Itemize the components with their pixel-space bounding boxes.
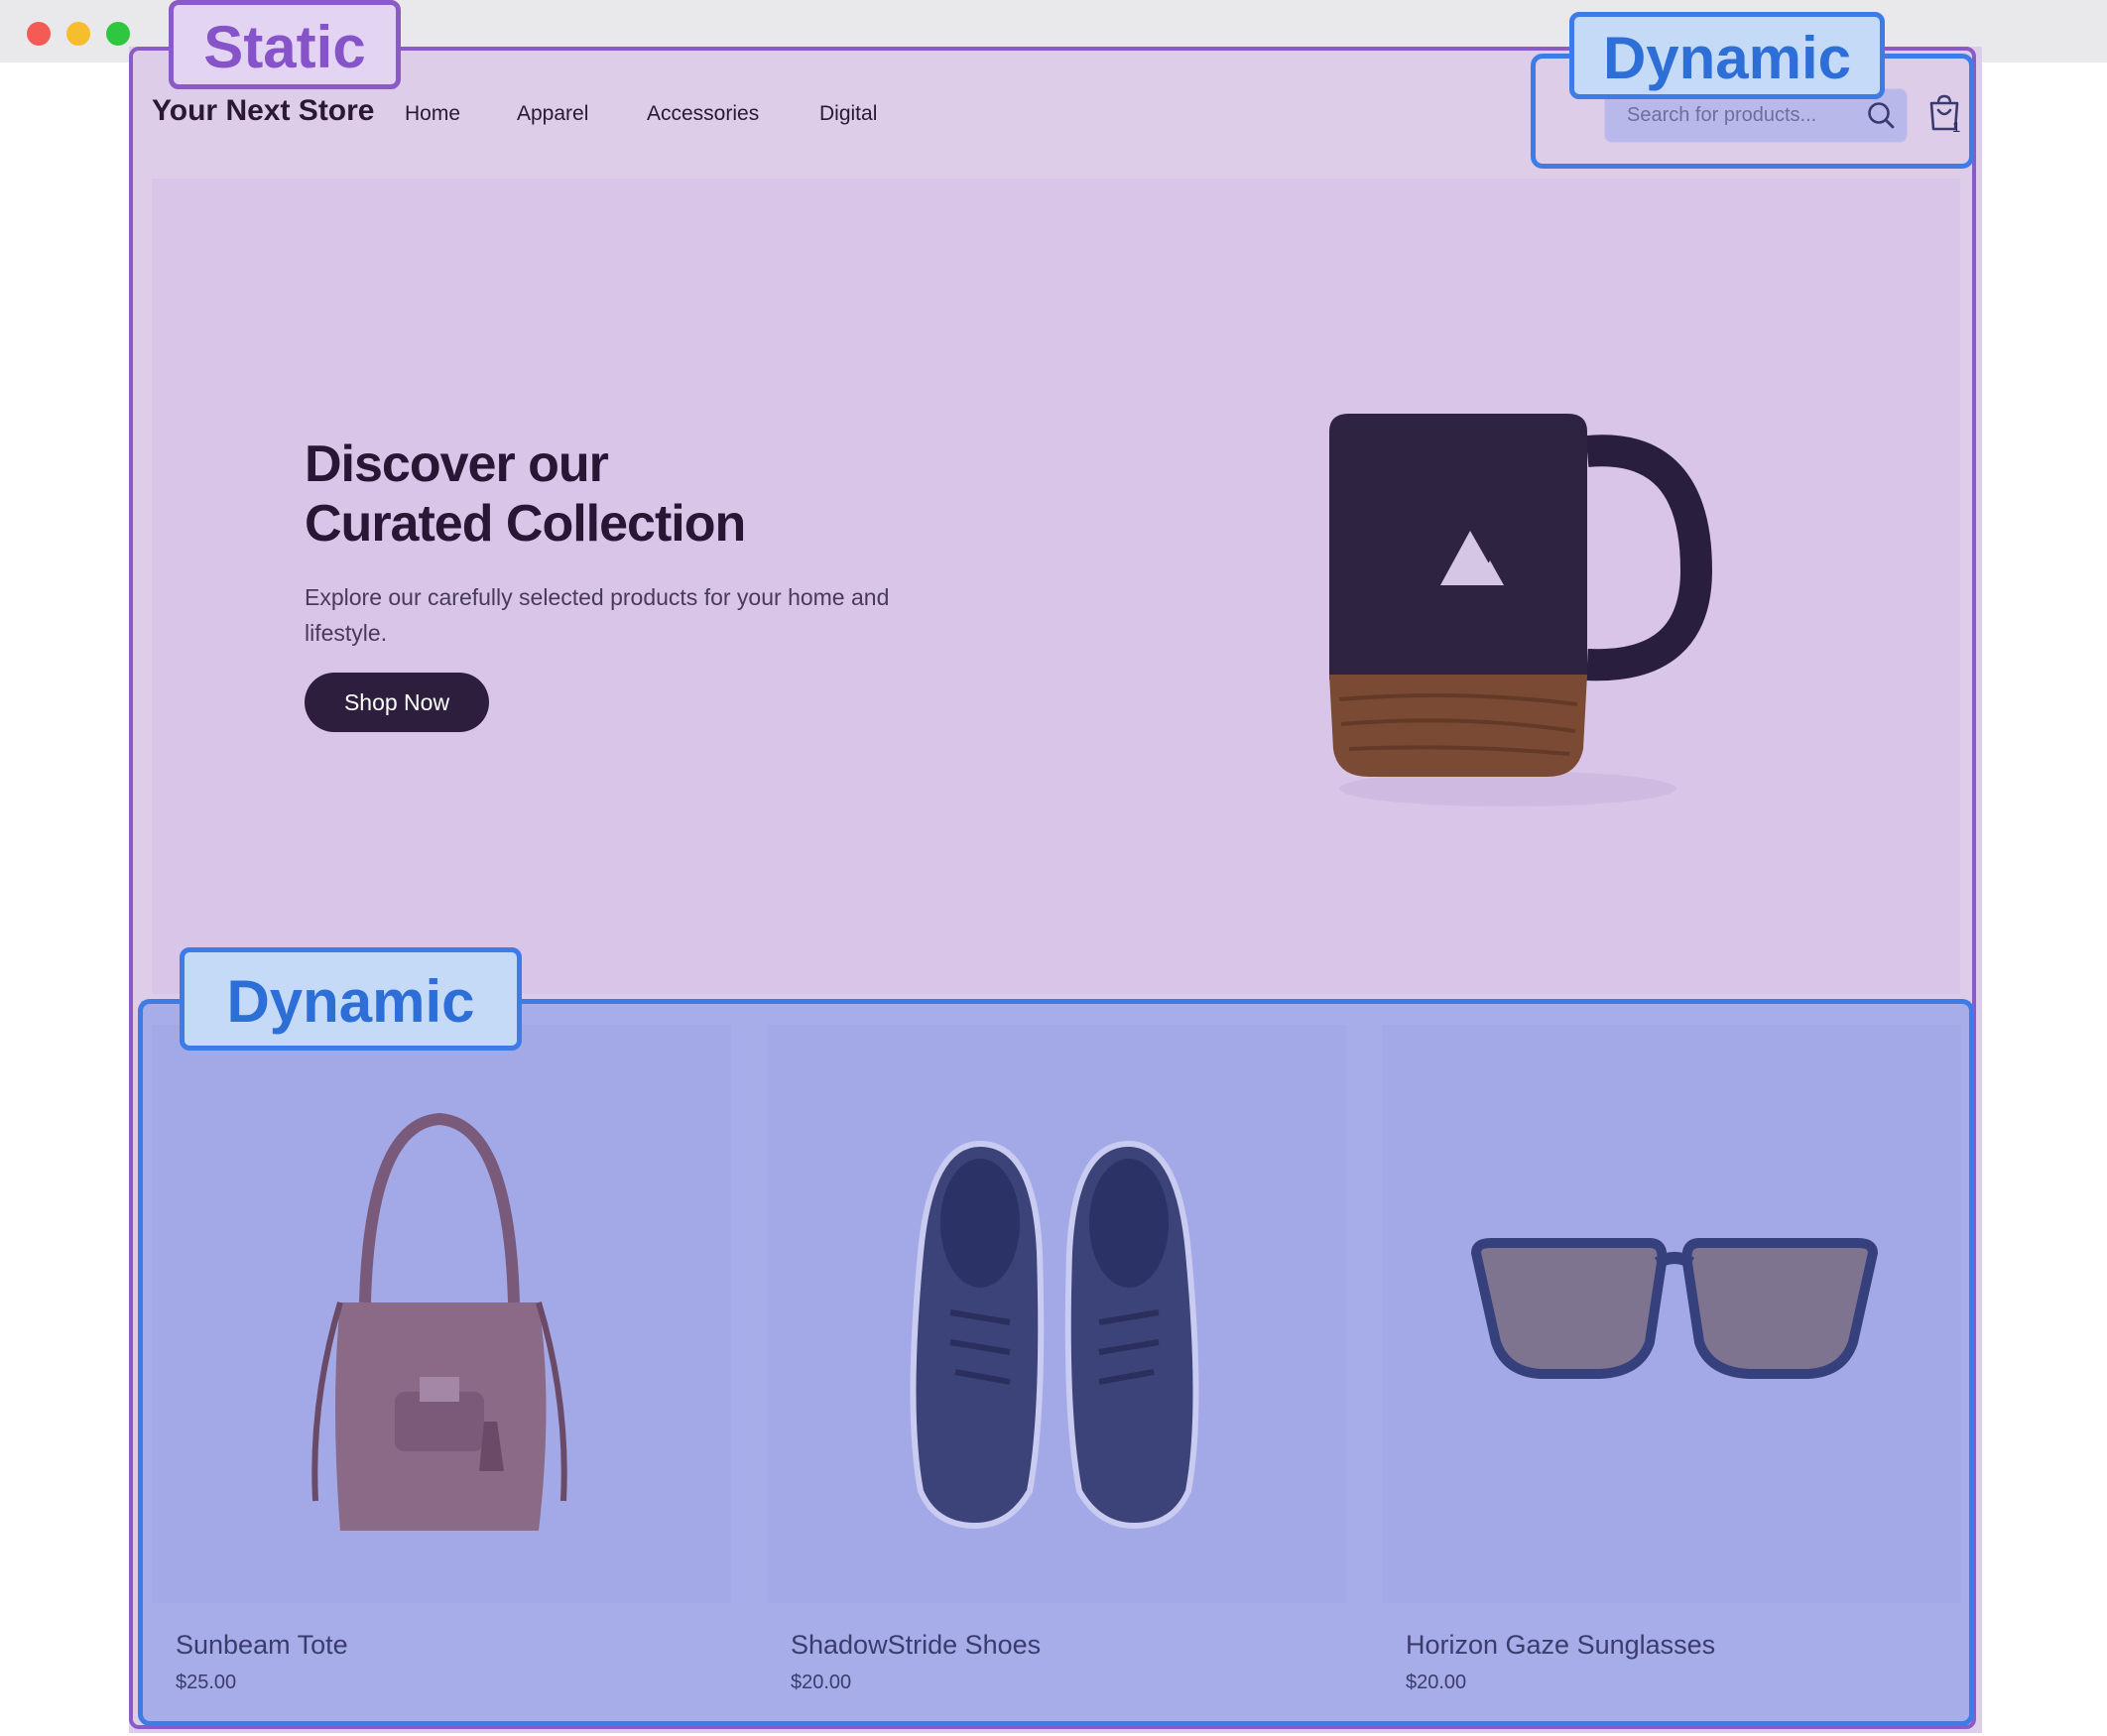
static-label: Static (169, 0, 401, 89)
window-close-icon[interactable] (27, 22, 51, 46)
window-minimize-icon[interactable] (66, 22, 90, 46)
dynamic-region-outline-products (138, 999, 1974, 1726)
window-maximize-icon[interactable] (106, 22, 130, 46)
dynamic-label-products: Dynamic (180, 947, 522, 1051)
dynamic-label-header: Dynamic (1569, 12, 1885, 99)
